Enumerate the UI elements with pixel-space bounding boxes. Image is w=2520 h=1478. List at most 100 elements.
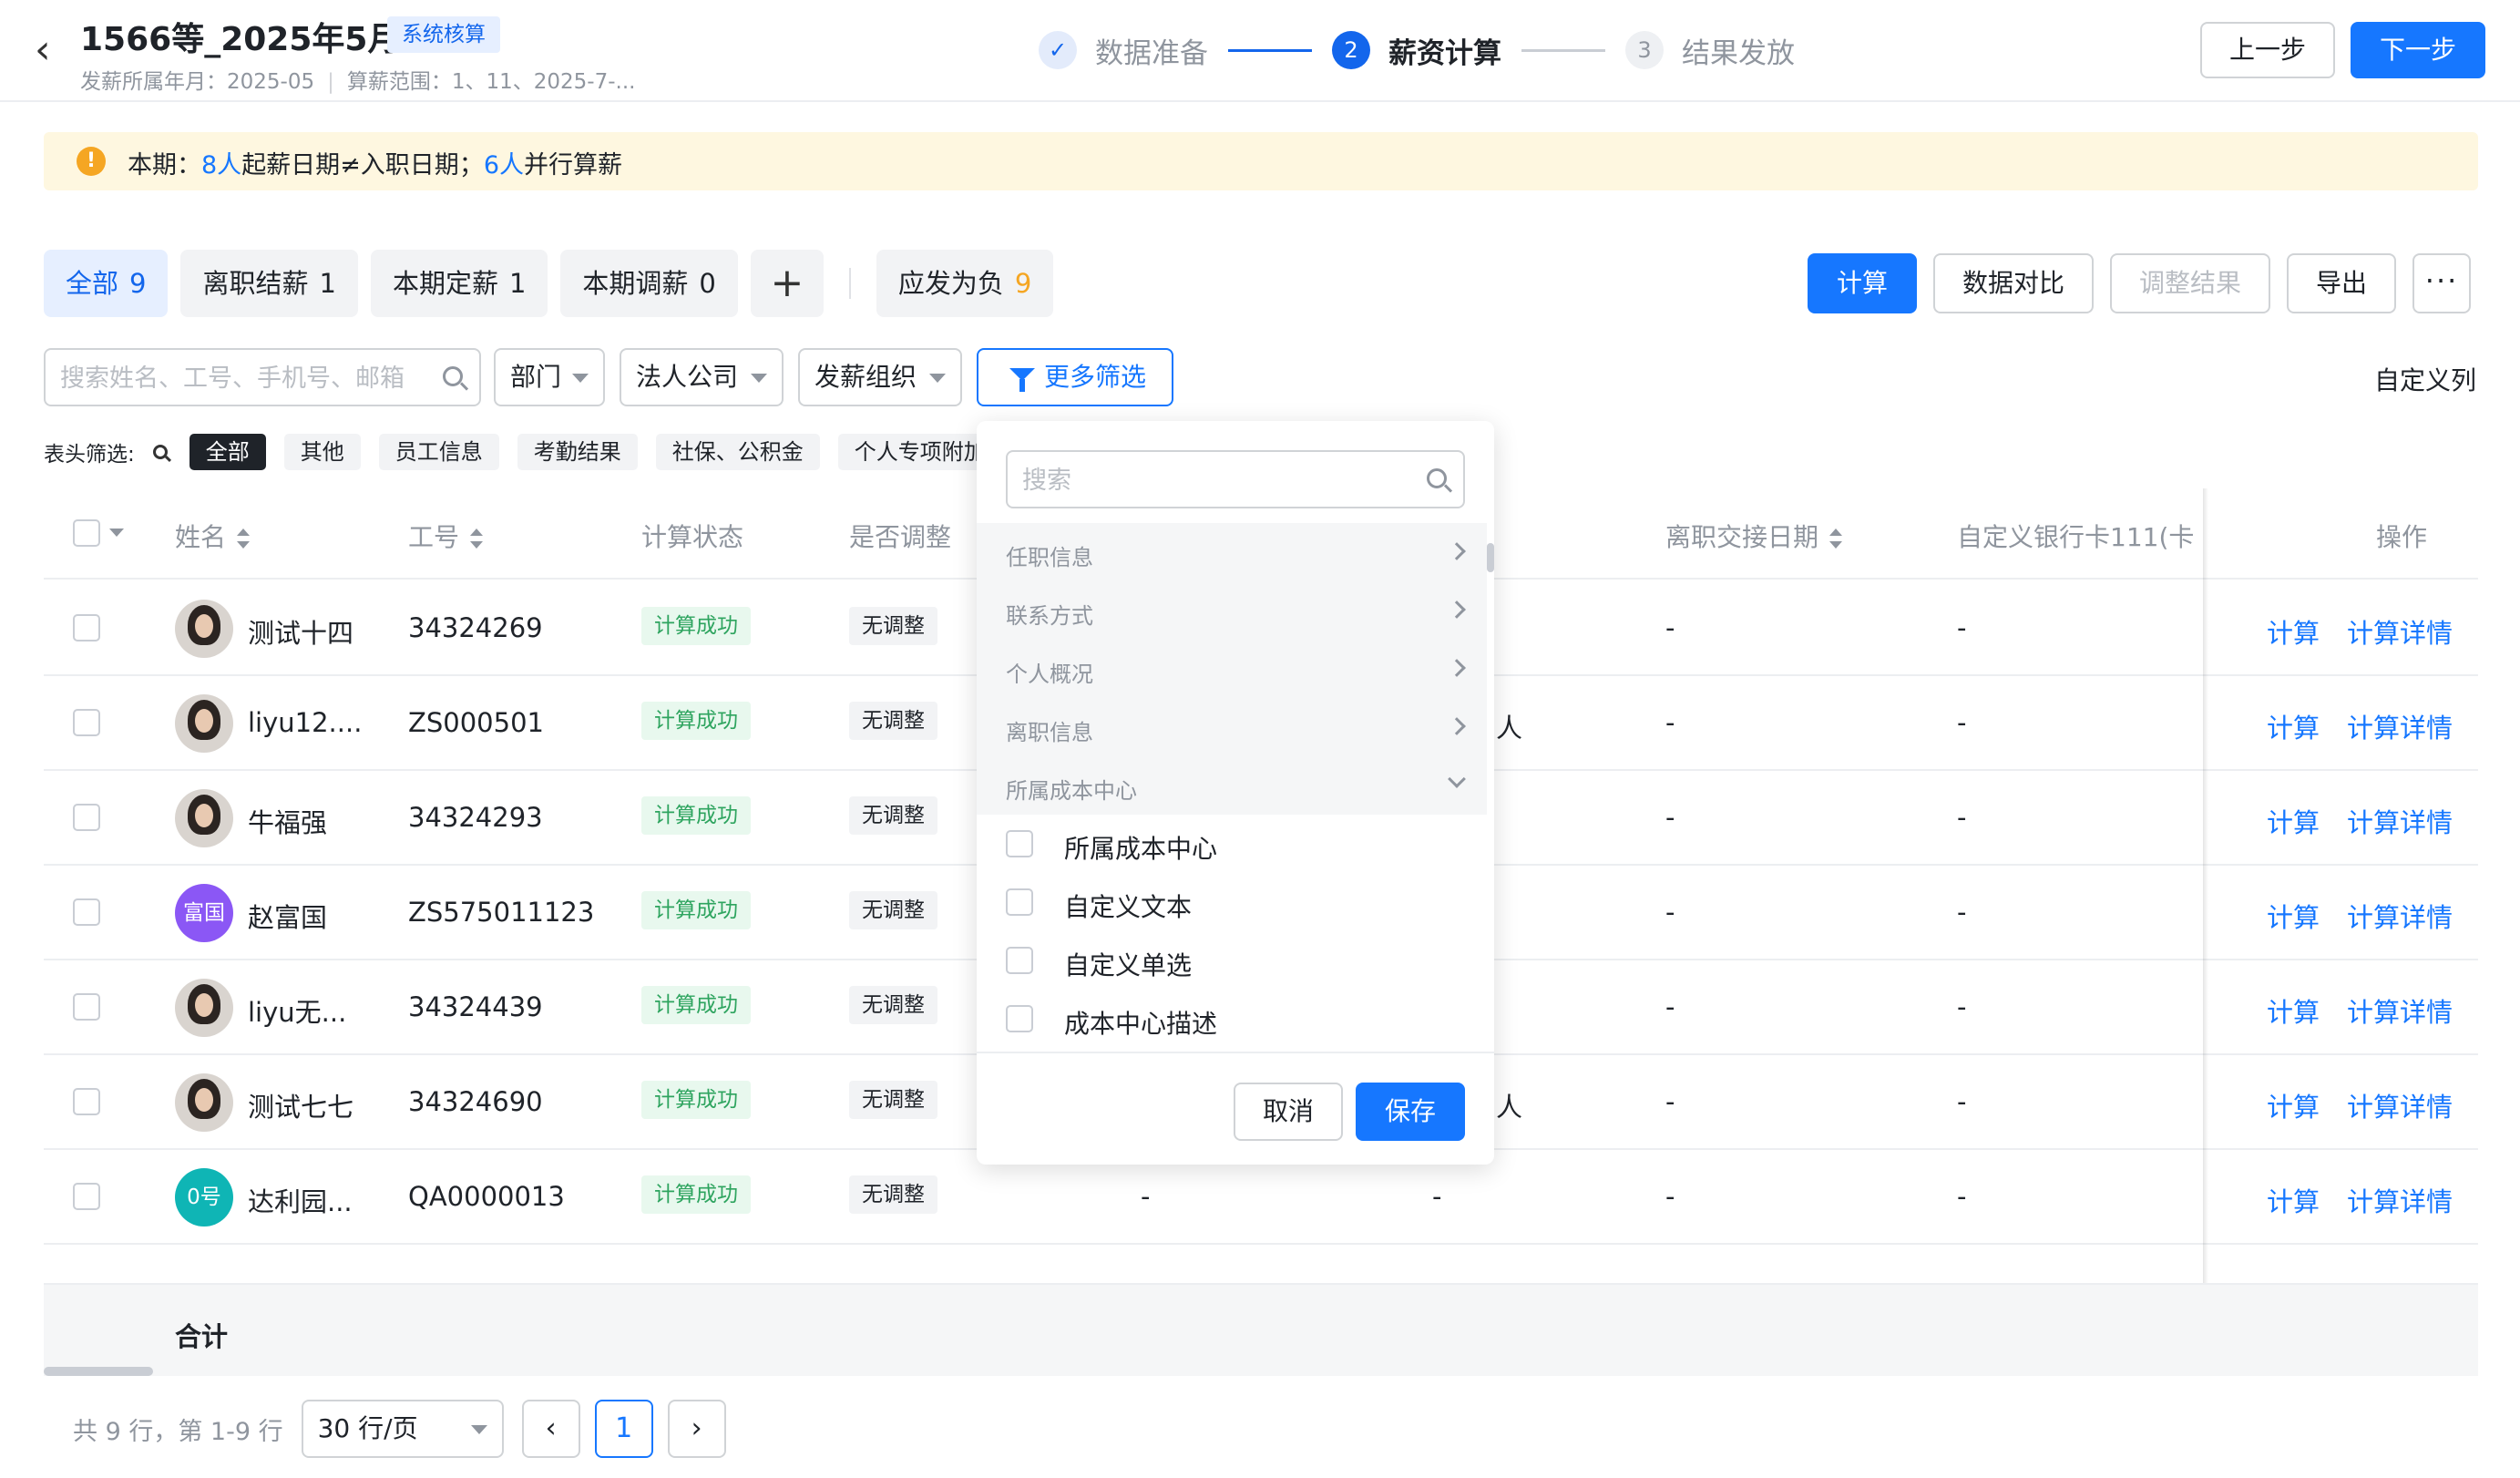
compare-button[interactable]: 数据对比: [1933, 253, 2095, 313]
row-checkbox[interactable]: [73, 898, 100, 926]
custom-columns-link[interactable]: 自定义列: [2374, 361, 2476, 397]
cancel-button[interactable]: 取消: [1234, 1083, 1343, 1141]
prev-page-button[interactable]: ‹: [521, 1400, 580, 1458]
option-cost-center-desc[interactable]: 成本中心描述: [977, 990, 1487, 1048]
save-button[interactable]: 保存: [1356, 1083, 1465, 1141]
row-checkbox[interactable]: [73, 804, 100, 831]
option-custom-single[interactable]: 自定义单选: [977, 931, 1487, 990]
add-tab-icon[interactable]: +: [750, 250, 824, 317]
org-select[interactable]: 发薪组织: [798, 348, 962, 406]
calc-link[interactable]: 计算: [2267, 612, 2320, 651]
notice-count-link[interactable]: 8人: [201, 151, 241, 180]
tab-new-salary[interactable]: 本期定薪 1: [370, 250, 548, 317]
calc-detail-link[interactable]: 计算详情: [2347, 1181, 2453, 1219]
tab-resigned[interactable]: 离职结薪 1: [180, 250, 358, 317]
tab-salary-change[interactable]: 本期调薪 0: [560, 250, 738, 317]
row-checkbox[interactable]: [73, 993, 100, 1021]
option-label: 成本中心描述: [1064, 1009, 1218, 1039]
panel-search-input[interactable]: [1022, 463, 1414, 498]
page-title: 1566等_2025年5月: [80, 21, 401, 58]
chip-employee-info[interactable]: 员工信息: [378, 434, 499, 470]
col-name[interactable]: 姓名: [175, 518, 251, 554]
calc-link[interactable]: 计算: [2267, 897, 2320, 935]
option-checkbox[interactable]: [1006, 947, 1033, 974]
employee-name[interactable]: 测试十四: [248, 612, 353, 651]
caret-down-icon[interactable]: [109, 529, 124, 537]
col-ops: 操作: [2376, 522, 2428, 552]
page-1-button[interactable]: 1: [594, 1400, 653, 1458]
back-icon[interactable]: ‹: [35, 27, 71, 73]
search-input[interactable]: [60, 361, 434, 395]
calc-detail-link[interactable]: 计算详情: [2347, 897, 2453, 935]
calc-link[interactable]: 计算: [2267, 802, 2320, 840]
adjust-result-button[interactable]: 调整结果: [2110, 253, 2271, 313]
option-checkbox[interactable]: [1006, 830, 1033, 857]
more-icon[interactable]: ···: [2412, 253, 2472, 313]
chip-social-insurance[interactable]: 社保、公积金: [655, 434, 820, 470]
search-icon[interactable]: [152, 445, 168, 459]
row-checkbox[interactable]: [73, 1183, 100, 1210]
select-label: 部门: [510, 362, 562, 392]
employee-name[interactable]: liyu12....: [248, 707, 362, 738]
row-checkbox[interactable]: [73, 1088, 100, 1115]
calc-detail-link[interactable]: 计算详情: [2347, 707, 2453, 745]
employee-name[interactable]: 牛福强: [248, 802, 327, 840]
option-custom-text[interactable]: 自定义文本: [977, 873, 1487, 931]
calc-detail-link[interactable]: 计算详情: [2347, 612, 2453, 651]
group-contact[interactable]: 联系方式: [977, 581, 1487, 640]
col-id[interactable]: 工号: [408, 518, 484, 554]
employee-name[interactable]: 赵富国: [248, 897, 327, 935]
chip-all[interactable]: 全部: [189, 434, 266, 470]
option-cost-center[interactable]: 所属成本中心: [977, 815, 1487, 873]
chip-other[interactable]: 其他: [283, 434, 361, 470]
next-page-button[interactable]: ›: [667, 1400, 726, 1458]
option-checkbox[interactable]: [1006, 1005, 1033, 1032]
notice-count-link[interactable]: 6人: [484, 151, 524, 180]
calc-link[interactable]: 计算: [2267, 991, 2320, 1030]
step-salary-calc[interactable]: 薪资计算: [1388, 30, 1501, 71]
chip-attendance[interactable]: 考勤结果: [517, 434, 638, 470]
select-all-checkbox[interactable]: [73, 519, 100, 547]
row-checkbox[interactable]: [73, 614, 100, 641]
group-resignation[interactable]: 离职信息: [977, 698, 1487, 756]
step-data-prep[interactable]: 数据准备: [1095, 30, 1208, 71]
calc-link[interactable]: 计算: [2267, 707, 2320, 745]
prev-step-button[interactable]: 上一步: [2200, 22, 2335, 78]
calc-link[interactable]: 计算: [2267, 1181, 2320, 1219]
employee-name[interactable]: 测试七七: [248, 1086, 353, 1124]
company-select[interactable]: 法人公司: [620, 348, 784, 406]
sort-icon[interactable]: [237, 529, 251, 549]
group-employment-info[interactable]: 任职信息: [977, 523, 1487, 581]
row-checkbox[interactable]: [73, 709, 100, 736]
col-leave-date[interactable]: 离职交接日期: [1665, 518, 1843, 554]
group-cost-center[interactable]: 所属成本中心: [977, 756, 1487, 815]
horizontal-scrollbar[interactable]: [44, 1367, 153, 1376]
sort-icon[interactable]: [1829, 529, 1843, 549]
tab-all[interactable]: 全部 9: [44, 250, 169, 317]
employee-name[interactable]: liyu无...: [248, 991, 346, 1030]
page-size-select[interactable]: 30 行/页: [301, 1400, 504, 1458]
calculate-button[interactable]: 计算: [1808, 253, 1918, 313]
vertical-scrollbar[interactable]: [1487, 543, 1494, 572]
sort-icon[interactable]: [470, 529, 484, 549]
calc-link[interactable]: 计算: [2267, 1086, 2320, 1124]
bank-card-value: -: [1957, 991, 1967, 1022]
search-icon[interactable]: [1427, 468, 1447, 488]
next-step-button[interactable]: 下一步: [2351, 22, 2485, 78]
dept-select[interactable]: 部门: [494, 348, 605, 406]
more-filter-button[interactable]: 更多筛选: [977, 348, 1173, 406]
more-filter-label: 更多筛选: [1044, 362, 1147, 392]
leave-date-value: -: [1665, 802, 1675, 833]
step-result-release[interactable]: 结果发放: [1682, 30, 1795, 71]
export-button[interactable]: 导出: [2287, 253, 2397, 313]
search-icon[interactable]: [443, 366, 463, 386]
chips-label: 表头筛选:: [44, 443, 135, 467]
tab-negative-pay[interactable]: 应发为负 9: [876, 250, 1054, 317]
employee-name[interactable]: 达利园...: [248, 1181, 353, 1219]
group-personal[interactable]: 个人概况: [977, 640, 1487, 698]
calc-detail-link[interactable]: 计算详情: [2347, 1086, 2453, 1124]
calc-detail-link[interactable]: 计算详情: [2347, 991, 2453, 1030]
avatar: [175, 600, 233, 658]
calc-detail-link[interactable]: 计算详情: [2347, 802, 2453, 840]
option-checkbox[interactable]: [1006, 888, 1033, 916]
